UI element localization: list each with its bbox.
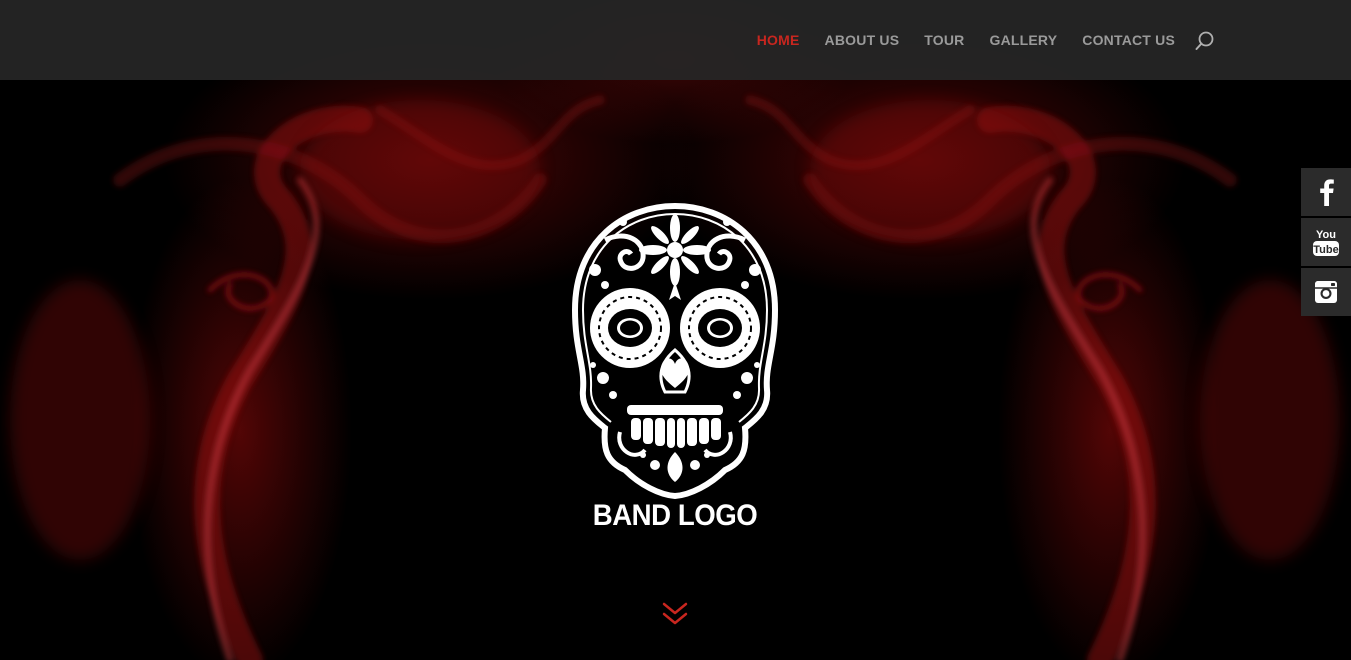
- youtube-button[interactable]: You Tube: [1301, 218, 1351, 266]
- facebook-button[interactable]: [1301, 168, 1351, 216]
- nav-home[interactable]: HOME: [757, 32, 800, 48]
- facebook-icon: [1320, 179, 1334, 206]
- main-nav: HOME ABOUT US TOUR GALLERY CONTACT US: [757, 0, 1175, 80]
- search-icon[interactable]: [1194, 30, 1216, 52]
- youtube-icon: You Tube: [1313, 229, 1339, 256]
- double-chevron-down-icon[interactable]: [660, 600, 690, 630]
- social-sidebar: You Tube: [1301, 168, 1351, 318]
- page: HOME ABOUT US TOUR GALLERY CONTACT US Yo…: [0, 0, 1351, 660]
- site-header: HOME ABOUT US TOUR GALLERY CONTACT US: [0, 0, 1351, 80]
- sugar-skull-icon: [571, 202, 779, 500]
- svg-text:Tube: Tube: [1313, 244, 1338, 256]
- nav-about-us[interactable]: ABOUT US: [825, 32, 900, 48]
- nav-tour[interactable]: TOUR: [924, 32, 964, 48]
- instagram-button[interactable]: [1301, 268, 1351, 316]
- band-logo-title: BAND LOGO: [592, 499, 758, 532]
- svg-text:You: You: [1316, 229, 1336, 241]
- nav-gallery[interactable]: GALLERY: [989, 32, 1057, 48]
- instagram-icon: [1315, 281, 1337, 303]
- nav-contact-us[interactable]: CONTACT US: [1082, 32, 1175, 48]
